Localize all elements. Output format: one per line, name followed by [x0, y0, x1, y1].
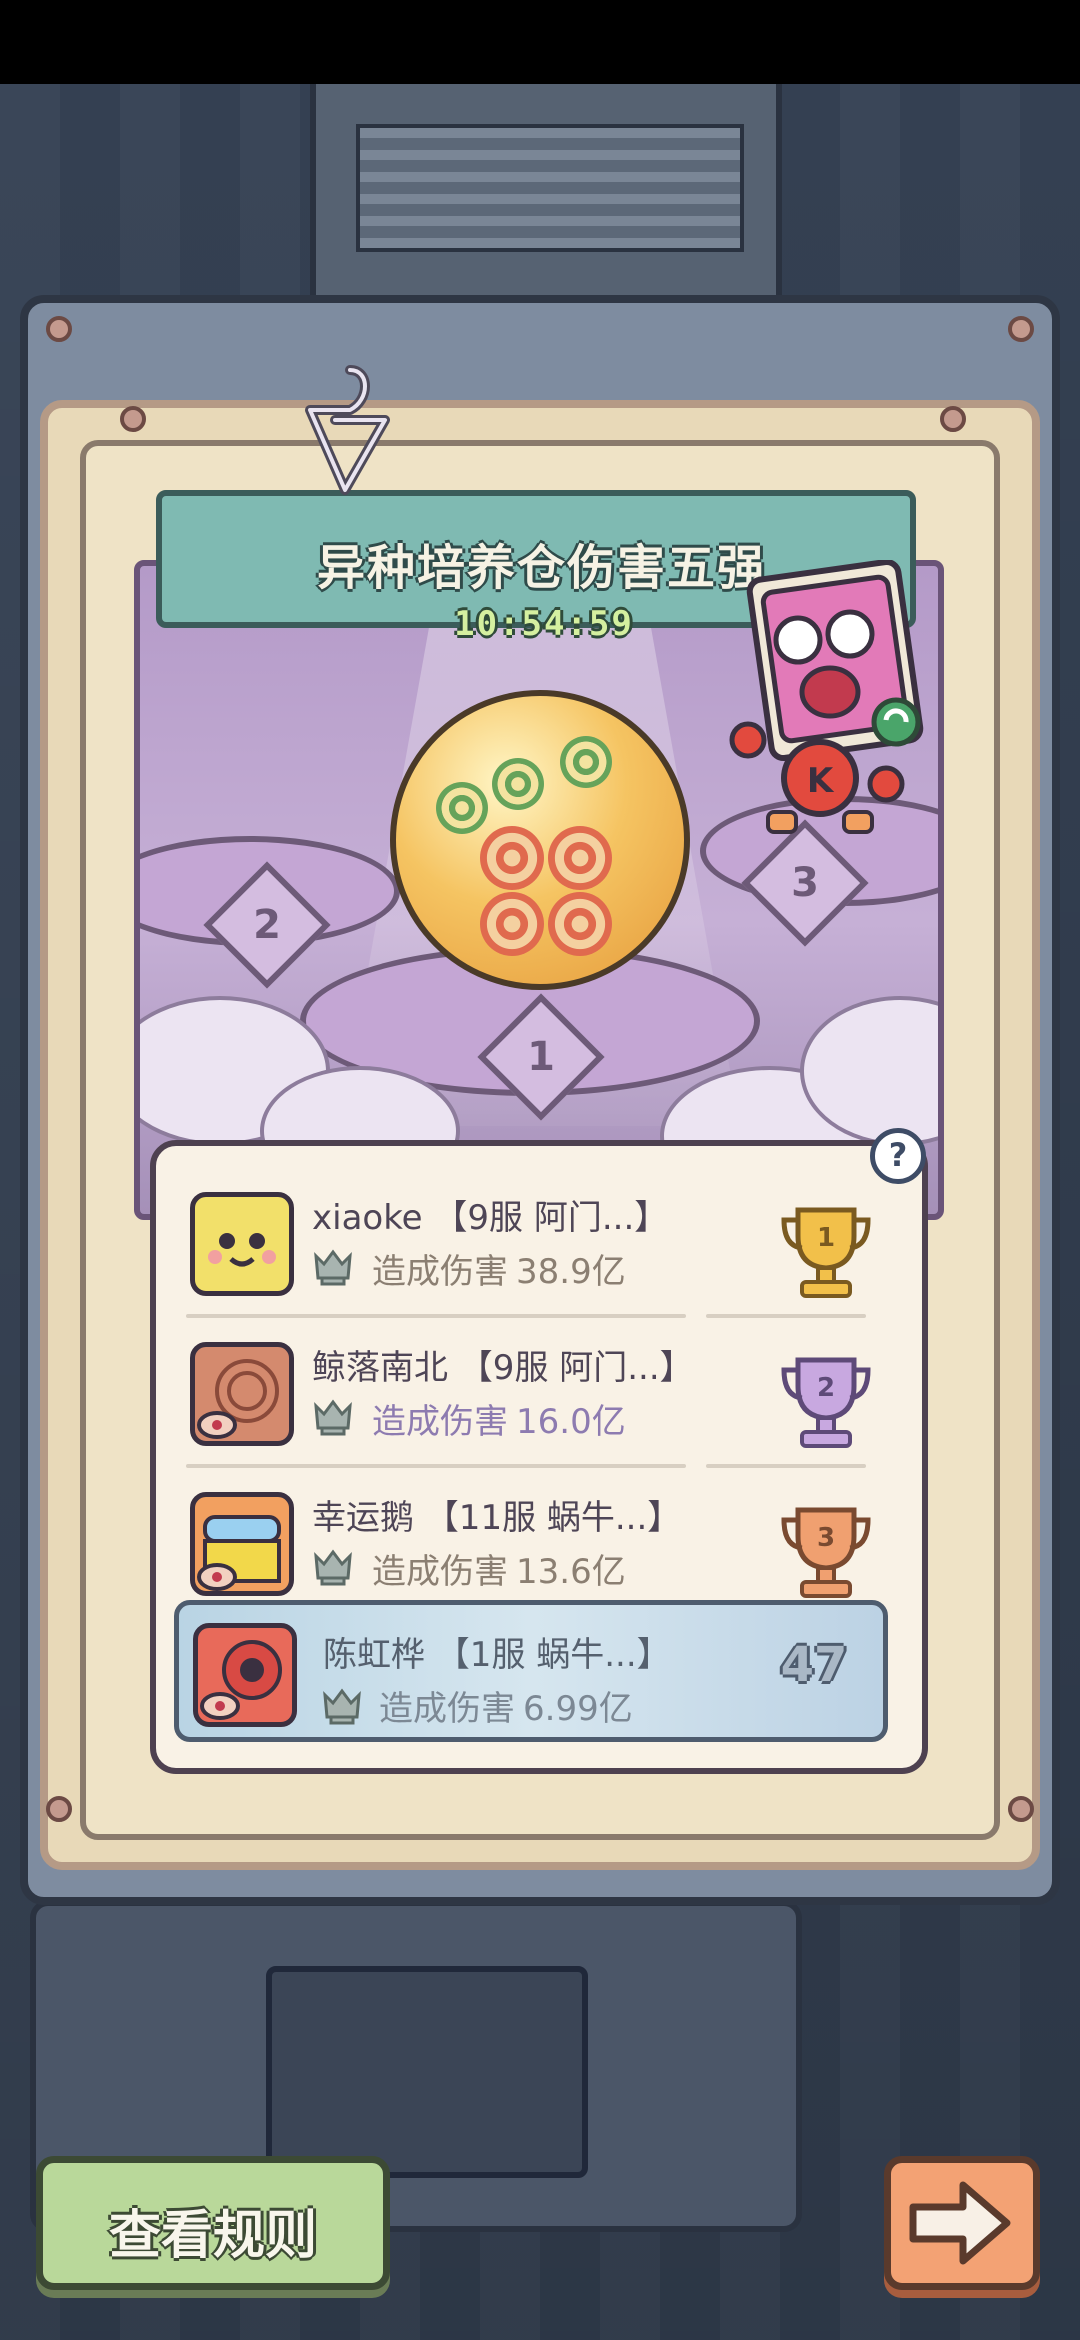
damage-label: 造成伤害 — [372, 1402, 508, 1442]
svg-text:1: 1 — [817, 1223, 835, 1253]
view-rules-label: 查看规则 — [108, 2206, 317, 2266]
rivet — [940, 406, 966, 432]
gold-trophy-icon: 1 — [781, 1207, 871, 1298]
player-name: 幸运鹅 【11服 蜗牛...】 — [312, 1498, 682, 1538]
leaderboard-row-3[interactable]: 幸运鹅 【11服 蜗牛...】 造成伤害 13.6亿 3 — [180, 1476, 880, 1606]
leaderboard-row-2[interactable]: 鲸落南北 【9服 阿门...】 造成伤害 16.0亿 2 — [180, 1326, 880, 1456]
green-ring-icon — [436, 782, 488, 834]
ceiling-vent — [356, 124, 744, 252]
self-rank-number: 47 — [780, 1637, 848, 1693]
countdown-timer: 10:54:59 — [454, 604, 634, 644]
row-divider — [186, 1314, 686, 1318]
red-eye-icon — [200, 1640, 282, 1720]
pedestal-number-3: 3 — [791, 860, 819, 906]
pedestal-number-2: 2 — [253, 902, 281, 948]
damage-value: 13.6亿 — [516, 1552, 626, 1592]
console-screen — [266, 1966, 588, 2178]
svg-text:K: K — [807, 761, 835, 801]
game-screen: 2 3 1 异种培养仓伤害五强 10:54:59 K ? xiaoke 【9服 … — [0, 0, 1080, 2340]
row-divider — [186, 1464, 686, 1468]
ceiling-hatch — [310, 84, 782, 304]
goggles-duck-icon — [197, 1515, 281, 1591]
status-bar — [0, 0, 1080, 84]
player-name: xiaoke 【9服 阿门...】 — [312, 1198, 669, 1238]
wood-log-icon — [197, 1359, 279, 1439]
red-ring-icon — [480, 892, 544, 956]
svg-text:2: 2 — [817, 1373, 835, 1403]
self-damage-value: 6.99亿 — [523, 1689, 633, 1729]
player-name: 鲸落南北 【9服 阿门...】 — [312, 1348, 694, 1388]
right-arrow-icon — [909, 2181, 1011, 2265]
damage-icon — [314, 1399, 352, 1436]
svg-text:3: 3 — [817, 1523, 835, 1553]
pedestal-number-1: 1 — [527, 1034, 555, 1080]
row-divider — [706, 1314, 866, 1318]
avatar — [190, 1192, 294, 1296]
green-ring-icon — [560, 736, 612, 788]
yellow-face-icon — [208, 1233, 276, 1267]
damage-icon — [314, 1249, 352, 1286]
rivet — [46, 1796, 72, 1822]
culture-orb[interactable] — [390, 690, 690, 990]
damage-label: 造成伤害 — [372, 1552, 508, 1592]
rivet — [1008, 316, 1034, 342]
damage-label: 造成伤害 — [379, 1689, 515, 1729]
damage-label: 造成伤害 — [372, 1252, 508, 1292]
avatar — [190, 1342, 294, 1446]
rivet — [1008, 1796, 1034, 1822]
rivet — [120, 406, 146, 432]
avatar — [190, 1492, 294, 1596]
rivet — [46, 316, 72, 342]
next-button[interactable] — [884, 2156, 1040, 2290]
red-ring-icon — [548, 892, 612, 956]
row-divider — [706, 1464, 866, 1468]
avatar — [193, 1623, 297, 1727]
mascot-character[interactable]: K — [700, 560, 940, 850]
damage-icon — [314, 1549, 352, 1586]
paper-clip-icon — [305, 365, 390, 495]
red-ring-icon — [480, 826, 544, 890]
self-rank-row[interactable]: 陈虹桦 【1服 蜗牛...】 造成伤害 6.99亿 47 — [174, 1600, 888, 1742]
self-name: 陈虹桦 【1服 蜗牛...】 — [323, 1635, 671, 1675]
view-rules-button[interactable]: 查看规则 — [36, 2156, 390, 2290]
bronze-trophy-icon: 3 — [781, 1507, 871, 1598]
damage-icon — [323, 1688, 361, 1725]
damage-value: 38.9亿 — [516, 1252, 626, 1292]
silver-trophy-icon: 2 — [781, 1357, 871, 1448]
damage-value: 16.0亿 — [516, 1402, 626, 1442]
green-ring-icon — [492, 758, 544, 810]
red-ring-icon — [548, 826, 612, 890]
leaderboard-row-1[interactable]: xiaoke 【9服 阿门...】 造成伤害 38.9亿 1 — [180, 1176, 880, 1306]
